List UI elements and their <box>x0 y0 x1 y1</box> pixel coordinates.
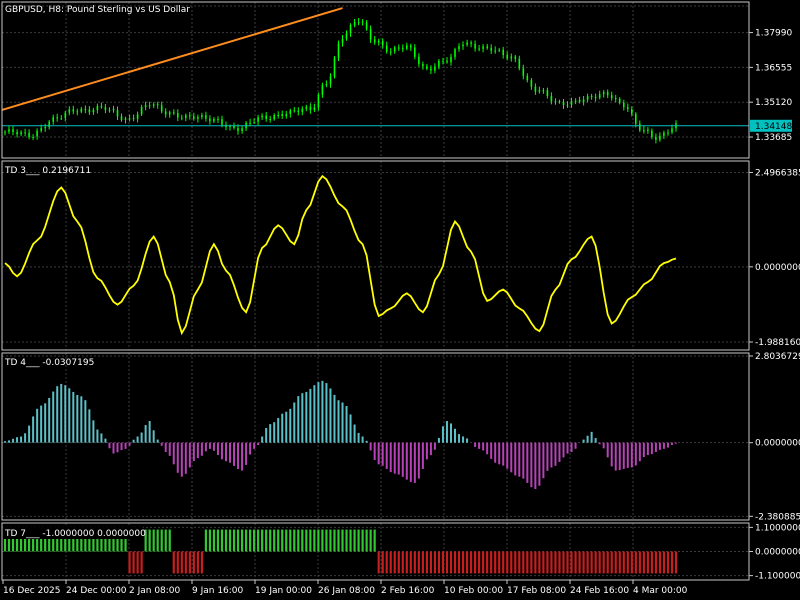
axis-tick-label: -2.3808855 <box>755 512 800 522</box>
axis-tick-label: 1.33685 <box>755 133 792 143</box>
symbol-title: GBPUSD, H8: Pound Sterling vs US Dollar <box>5 5 190 15</box>
time-tick-label: 9 Jan 16:00 <box>192 586 244 596</box>
time-tick-label: 4 Mar 00:00 <box>633 586 688 596</box>
time-tick-label: 2 Feb 16:00 <box>381 586 435 596</box>
td3-label: TD 3___ 0.2196711 <box>4 166 91 176</box>
axis-tick-label: 2.4966385 <box>755 168 800 178</box>
axis-tick-label: -1.9881607 <box>755 338 800 348</box>
axis-tick-label: 2.8036729 <box>755 352 800 362</box>
time-tick-label: 26 Jan 08:00 <box>318 586 375 596</box>
axis-tick-label: 1.1000000 <box>755 523 800 533</box>
axis-tick-label: 1.37990 <box>755 29 792 39</box>
axis-tick-label: 0.0000000 <box>755 263 800 273</box>
td7-label: TD 7___ -1.0000000 0.0000000 <box>4 529 146 539</box>
time-tick-label: 2 Jan 08:00 <box>129 586 181 596</box>
time-tick-label: 16 Dec 2025 <box>3 586 61 596</box>
time-tick-label: 24 Dec 00:00 <box>66 586 127 596</box>
time-tick-label: 17 Feb 08:00 <box>507 586 566 596</box>
axis-tick-label: -1.1000000 <box>755 572 800 582</box>
axis-tick-label: 1.35120 <box>755 98 792 108</box>
axis-tick-label: 1.36555 <box>755 63 792 73</box>
axis-tick-label: 0.0000000 <box>755 548 800 558</box>
time-tick-label: 24 Feb 16:00 <box>570 586 629 596</box>
terminal-chart[interactable]: GBPUSD, H8: Pound Sterling vs US Dollar … <box>0 0 800 600</box>
current-price-label: 1.34148 <box>755 122 792 132</box>
axis-tick-label: 0.0000000 <box>755 439 800 449</box>
td4-label: TD 4___ -0.0307195 <box>4 358 94 368</box>
time-tick-label: 10 Feb 00:00 <box>444 586 503 596</box>
time-tick-label: 19 Jan 00:00 <box>255 586 312 596</box>
td7-axis: 1.1000000 0.0000000 -1.1000000 <box>749 523 800 582</box>
